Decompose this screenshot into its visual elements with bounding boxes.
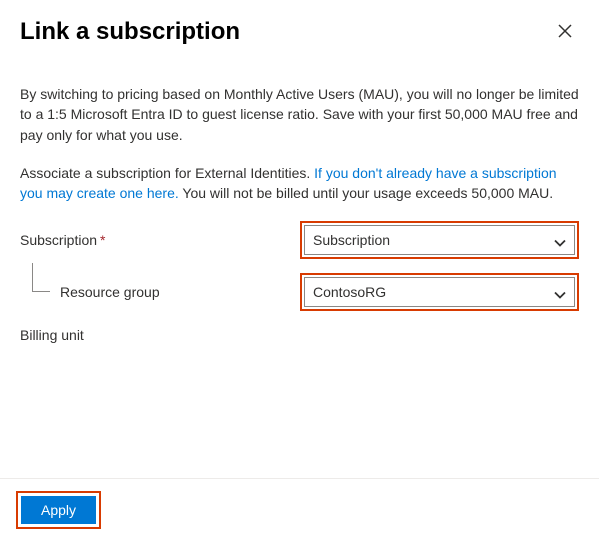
apply-button[interactable]: Apply — [21, 496, 96, 524]
required-indicator: * — [100, 230, 105, 250]
associate-prefix: Associate a subscription for External Id… — [20, 165, 314, 181]
associate-suffix: You will not be billed until your usage … — [179, 185, 553, 201]
subscription-value: Subscription — [313, 230, 390, 250]
chevron-down-icon — [554, 234, 566, 246]
subscription-highlight: Subscription — [300, 221, 579, 259]
resource-group-value: ContosoRG — [313, 282, 386, 302]
panel-footer: Apply — [0, 478, 599, 540]
panel-title: Link a subscription — [20, 18, 240, 46]
billing-unit-label: Billing unit — [20, 325, 84, 345]
chevron-down-icon — [554, 286, 566, 298]
resource-group-select[interactable]: ContosoRG — [304, 277, 575, 307]
subscription-select[interactable]: Subscription — [304, 225, 575, 255]
subscription-label: Subscription — [20, 230, 97, 250]
apply-highlight: Apply — [16, 491, 101, 529]
close-icon — [558, 24, 572, 41]
intro-text: By switching to pricing based on Monthly… — [20, 84, 579, 145]
resource-group-highlight: ContosoRG — [300, 273, 579, 311]
close-button[interactable] — [551, 18, 579, 46]
resource-group-label: Resource group — [60, 282, 160, 302]
tree-branch-icon — [24, 281, 54, 303]
associate-text: Associate a subscription for External Id… — [20, 163, 579, 204]
